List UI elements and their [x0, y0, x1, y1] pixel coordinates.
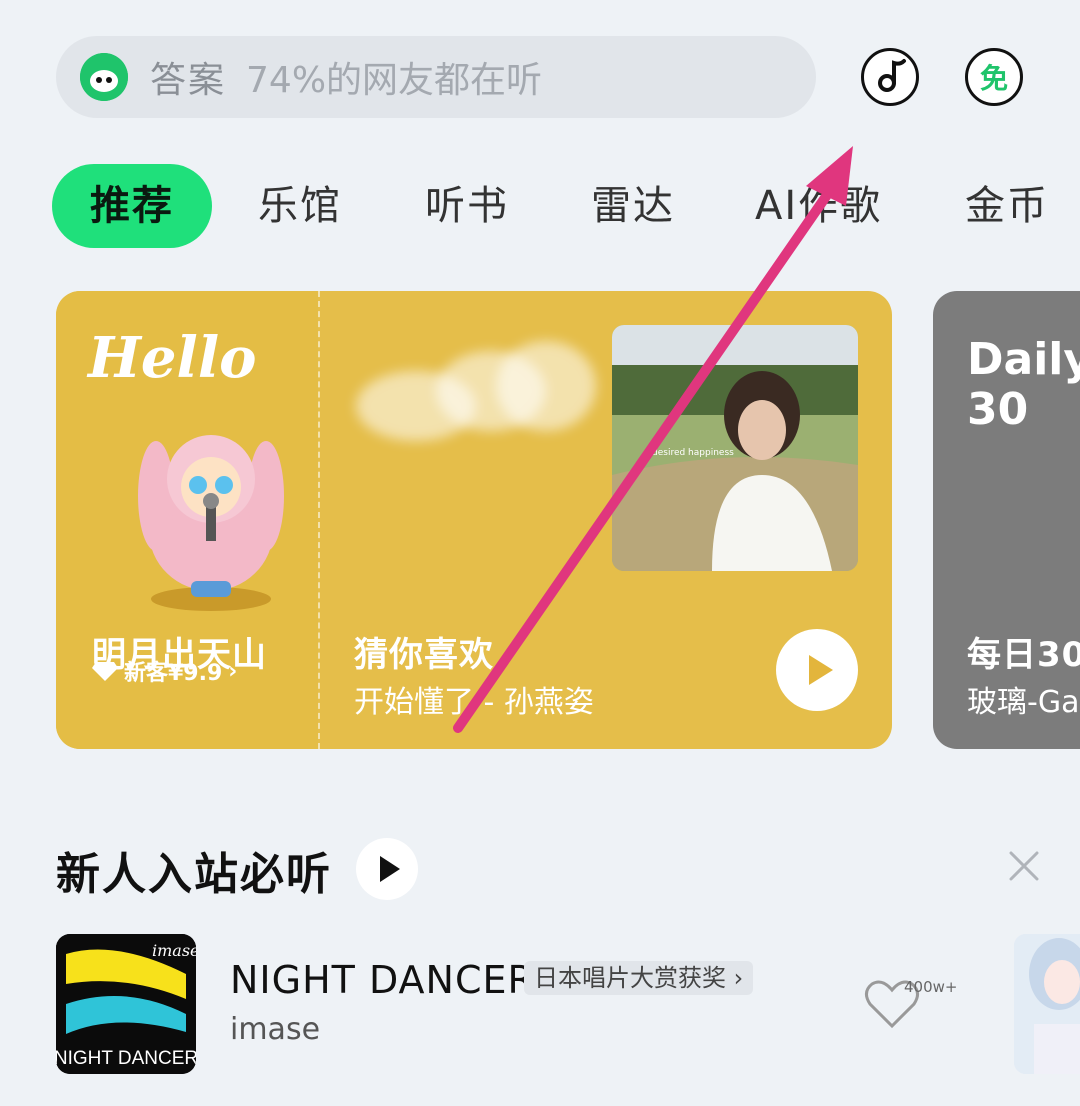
daily-line2: 30	[967, 384, 1029, 435]
album-cover[interactable]: desired happiness	[612, 325, 858, 571]
daily-line1: Daily	[967, 334, 1080, 385]
cover-title: NIGHT DANCER	[56, 1048, 196, 1069]
hello-logo: Hello	[88, 325, 257, 391]
tab-radar[interactable]: 雷达	[591, 164, 675, 248]
award-tag-text: 日本唱片大赏获奖	[534, 964, 726, 992]
like-count: 400w+	[904, 978, 958, 996]
tab-music-hall[interactable]: 乐馆	[258, 164, 342, 248]
song-name[interactable]: NIGHT DANCER	[230, 958, 535, 1002]
card-play-button[interactable]	[776, 629, 858, 711]
music-recognition-icon[interactable]	[861, 48, 919, 106]
award-tag[interactable]: 日本唱片大赏获奖 ›	[524, 961, 754, 995]
daily-heading: Daily 30	[967, 335, 1080, 435]
free-label: 免	[979, 62, 1008, 95]
guess-title: 猜你喜欢	[354, 635, 494, 675]
cloud-graphic	[496, 341, 596, 431]
search-keyword: 答案	[150, 60, 227, 101]
category-tabs: 推荐 乐馆 听书 雷达 AI作歌 金币	[0, 164, 1080, 248]
vip-offer-text: 新客¥9.9	[124, 661, 223, 686]
diamond-icon	[92, 662, 118, 681]
section-title: 新人入站必听	[56, 849, 332, 900]
guess-subtitle: 开始懂了 - 孙燕姿	[354, 685, 594, 720]
tab-ai-song[interactable]: AI作歌	[755, 164, 882, 248]
section-play-button[interactable]	[356, 838, 418, 900]
chevron-right-icon: ›	[228, 658, 238, 684]
tab-recommend[interactable]: 推荐	[52, 164, 212, 248]
chevron-right-icon: ›	[733, 964, 744, 992]
search-bar[interactable]: 答案 74%的网友都在听	[56, 36, 816, 118]
vip-offer[interactable]: 新客¥9.9 ›	[92, 655, 237, 687]
daily-30-card[interactable]: Daily 30 每日30 玻璃-Ga	[933, 291, 1080, 749]
card-divider	[318, 291, 320, 749]
cover-logo: imase	[152, 941, 196, 960]
album-caption: desired happiness	[652, 448, 734, 458]
daily-title: 每日30	[967, 635, 1080, 675]
mascot-image	[138, 435, 284, 611]
app-logo-icon	[80, 53, 128, 101]
song-cover[interactable]: imase NIGHT DANCER	[56, 934, 196, 1074]
search-hint: 74%的网友都在听	[246, 60, 543, 101]
play-icon	[809, 655, 833, 685]
daily-subtitle: 玻璃-Ga	[967, 685, 1080, 720]
banner-cards: Hello 明月出天山 新客¥9.9 › desired happiness 猜…	[56, 291, 1080, 749]
tab-coins[interactable]: 金币	[965, 164, 1049, 248]
guess-you-like-card[interactable]: Hello 明月出天山 新客¥9.9 › desired happiness 猜…	[56, 291, 892, 749]
tab-audiobook[interactable]: 听书	[425, 164, 509, 248]
close-icon[interactable]	[1008, 850, 1040, 882]
play-icon	[380, 856, 400, 882]
song-artist[interactable]: imase	[230, 1012, 320, 1047]
free-mode-button[interactable]: 免	[965, 48, 1023, 106]
next-song-cover[interactable]	[1014, 934, 1080, 1074]
